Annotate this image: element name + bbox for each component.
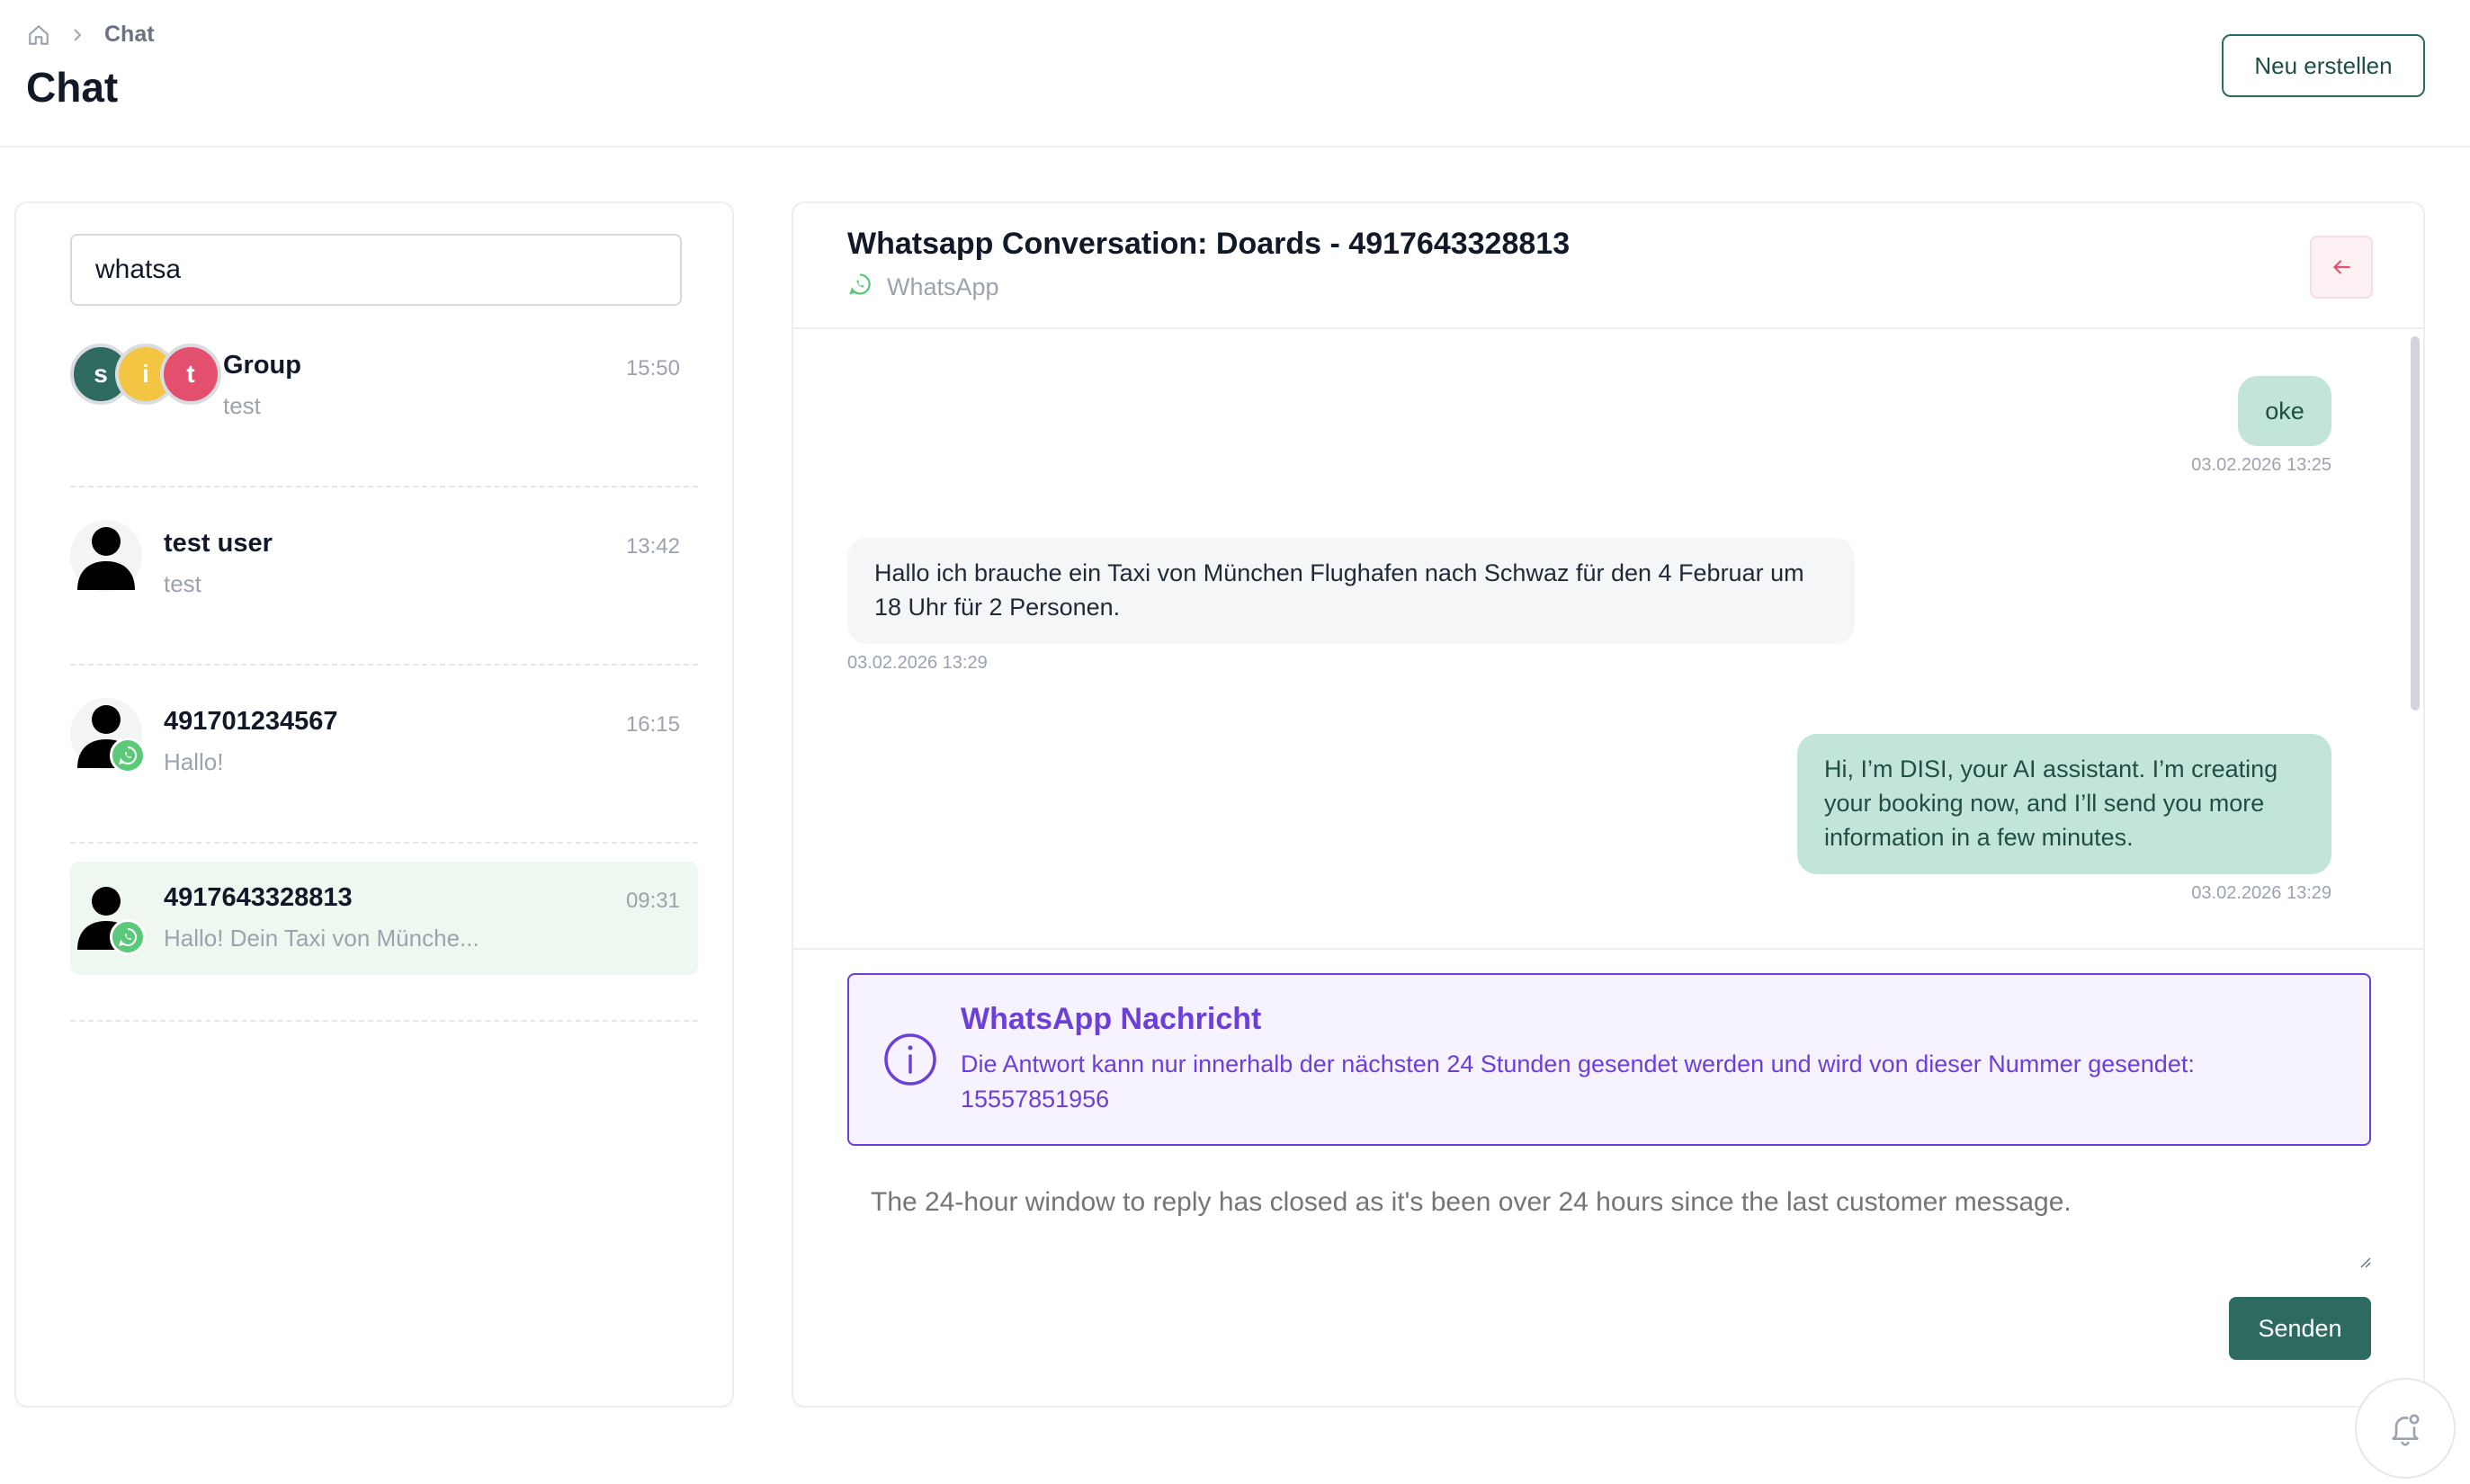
conversation-panel: Whatsapp Conversation: Doards - 49176433…	[792, 201, 2425, 1408]
message-timestamp: 03.02.2026 13:25	[2191, 455, 2331, 475]
info-icon	[883, 1033, 937, 1091]
reply-textarea[interactable]	[847, 1171, 2371, 1270]
resize-handle-icon[interactable]	[2357, 1254, 2371, 1273]
home-icon[interactable]	[27, 23, 50, 47]
divider	[70, 664, 698, 666]
conversation-preview: test	[223, 392, 261, 419]
avatar: t	[160, 344, 221, 405]
divider	[70, 842, 698, 844]
divider	[70, 1020, 698, 1022]
conversation-item-4917643328813[interactable]: 4917643328813 Hallo! Dein Taxi von Münch…	[70, 862, 698, 975]
conversation-list-panel: s i t Group test 15:50 test user test 13…	[14, 201, 734, 1408]
conversation-item-group[interactable]: s i t Group test 15:50	[70, 342, 698, 455]
page-header: Chat Chat Neu erstellen	[0, 0, 2470, 148]
arrow-left-icon	[2332, 260, 2350, 274]
divider	[793, 948, 2423, 950]
conversation-time: 15:50	[625, 356, 680, 380]
divider	[70, 486, 698, 487]
message-timestamp: 03.02.2026 13:29	[2191, 883, 2331, 903]
message-timestamp: 03.02.2026 13:29	[847, 653, 988, 673]
conversation-time: 16:15	[625, 712, 680, 737]
message-bubble-outgoing: Hi, I’m DISI, your AI assistant. I’m cre…	[1797, 734, 2331, 874]
channel-label: WhatsApp	[847, 272, 999, 303]
breadcrumb-current: Chat	[104, 22, 155, 47]
conversation-name: Group	[223, 351, 301, 380]
breadcrumb: Chat	[27, 22, 155, 48]
notice-body: Die Antwort kann nur innerhalb der nächs…	[961, 1050, 2195, 1113]
conversation-name: 491701234567	[164, 707, 338, 736]
send-button[interactable]: Senden	[2229, 1297, 2371, 1360]
back-button[interactable]	[2310, 236, 2373, 299]
conversation-item-491701234567[interactable]: 491701234567 Hallo! 16:15	[70, 698, 698, 811]
conversation-name: test user	[164, 529, 273, 558]
notice-title: WhatsApp Nachricht	[961, 1002, 1262, 1036]
conversation-preview: Hallo! Dein Taxi von Münche...	[164, 925, 479, 952]
bell-icon	[2392, 1414, 2420, 1446]
conversation-item-test-user[interactable]: test user test 13:42	[70, 520, 698, 633]
user-avatar-icon	[70, 520, 142, 592]
whatsapp-icon	[847, 272, 873, 303]
search-input[interactable]	[70, 234, 682, 306]
chevron-right-icon	[70, 26, 85, 44]
message-bubble-outgoing: oke	[2238, 376, 2331, 446]
messages-scrollbar[interactable]	[2411, 336, 2420, 711]
conversation-preview: Hallo!	[164, 748, 224, 775]
conversation-time: 09:31	[625, 889, 680, 913]
conversation-title: Whatsapp Conversation: Doards - 49176433…	[847, 227, 1571, 261]
conversation-time: 13:42	[625, 534, 680, 559]
whatsapp-notice: WhatsApp Nachricht Die Antwort kann nur …	[847, 973, 2371, 1146]
channel-name: WhatsApp	[887, 273, 999, 300]
page-title: Chat	[26, 64, 119, 111]
message-bubble-incoming: Hallo ich brauche ein Taxi von München F…	[847, 538, 1855, 644]
new-button[interactable]: Neu erstellen	[2222, 34, 2425, 97]
divider	[793, 327, 2423, 329]
conversation-name: 4917643328813	[164, 883, 353, 912]
conversation-preview: test	[164, 570, 201, 597]
whatsapp-icon	[110, 738, 146, 773]
whatsapp-icon	[110, 919, 146, 955]
notifications-button[interactable]	[2355, 1378, 2456, 1479]
